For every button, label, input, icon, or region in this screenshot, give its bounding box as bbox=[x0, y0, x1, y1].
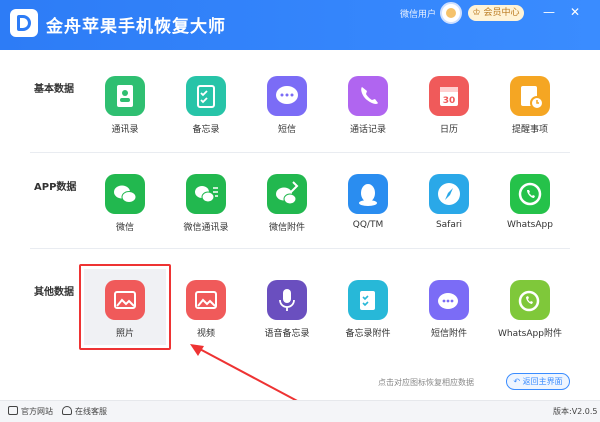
wechat-contacts-icon bbox=[186, 174, 226, 214]
data-type-message-attachment[interactable]: 短信附件 bbox=[409, 280, 489, 358]
minimize-button[interactable]: — bbox=[542, 5, 556, 19]
section-label-basic: 基本数据 bbox=[34, 84, 74, 95]
app-title: 金舟苹果手机恢复大师 bbox=[46, 17, 226, 37]
item-label: 微信 bbox=[115, 223, 134, 233]
online-support-link[interactable]: 在线客服 bbox=[62, 406, 107, 417]
avatar[interactable] bbox=[440, 2, 462, 24]
calendar-icon: 30 bbox=[429, 76, 469, 116]
back-icon: ↶ bbox=[513, 377, 523, 386]
svg-text:30: 30 bbox=[443, 96, 456, 106]
data-type-whatsapp[interactable]: WhatsApp bbox=[490, 174, 570, 252]
message-attachment-icon bbox=[429, 280, 469, 320]
item-label: 通话记录 bbox=[349, 125, 386, 135]
support-label: 在线客服 bbox=[75, 407, 107, 416]
item-label: 通讯录 bbox=[111, 125, 139, 135]
whatsapp-attachment-icon bbox=[510, 280, 550, 320]
user-name[interactable]: 微信用户 bbox=[400, 7, 436, 20]
item-label: 提醒事项 bbox=[511, 125, 548, 135]
data-type-voice-memo[interactable]: 语音备忘录 bbox=[247, 280, 327, 358]
vip-label: 会员中心 bbox=[483, 8, 520, 18]
item-label: Safari bbox=[435, 220, 463, 230]
contacts-icon bbox=[105, 76, 145, 116]
item-label: 备忘录 bbox=[192, 125, 220, 135]
data-type-calendar[interactable]: 30 日历 bbox=[409, 76, 489, 154]
wechat-attachment-icon bbox=[267, 174, 307, 214]
crown-icon: ♔ bbox=[472, 8, 484, 18]
item-label: 微信通讯录 bbox=[183, 223, 229, 233]
voice-memo-icon bbox=[267, 280, 307, 320]
monitor-icon bbox=[8, 406, 18, 415]
data-type-safari[interactable]: Safari bbox=[409, 174, 489, 252]
official-website-link[interactable]: 官方网站 bbox=[8, 406, 53, 417]
item-label: 备忘录附件 bbox=[345, 329, 391, 339]
item-label: 语音备忘录 bbox=[264, 329, 310, 339]
back-label: 返回主界面 bbox=[522, 377, 563, 386]
item-label: QQ/TM bbox=[352, 220, 384, 230]
close-button[interactable]: ✕ bbox=[568, 5, 582, 19]
title-bar: 金舟苹果手机恢复大师 微信用户 ♔ 会员中心 — ✕ bbox=[0, 0, 600, 50]
vip-center-button[interactable]: ♔ 会员中心 bbox=[468, 5, 524, 21]
item-label: 短信 bbox=[277, 125, 296, 135]
item-label: 视频 bbox=[196, 329, 215, 339]
headset-icon bbox=[62, 406, 72, 415]
version-text: 版本:V2.0.5 bbox=[553, 407, 598, 416]
whatsapp-icon bbox=[510, 174, 550, 214]
app-logo-icon bbox=[10, 9, 38, 37]
back-to-main-button[interactable]: ↶ 返回主界面 bbox=[506, 373, 570, 390]
section-label-app: APP数据 bbox=[34, 182, 77, 193]
footer: 官方网站 在线客服 版本:V2.0.5 bbox=[0, 400, 600, 422]
item-label: 短信附件 bbox=[430, 329, 467, 339]
data-type-notes[interactable]: 备忘录 bbox=[166, 76, 246, 154]
video-icon bbox=[186, 280, 226, 320]
data-type-whatsapp-attachment[interactable]: WhatsApp附件 bbox=[490, 280, 570, 358]
website-label: 官方网站 bbox=[21, 407, 53, 416]
message-icon bbox=[267, 76, 307, 116]
data-type-video[interactable]: 视频 bbox=[166, 280, 246, 358]
data-type-phone[interactable]: 通话记录 bbox=[328, 76, 408, 154]
qq-icon bbox=[348, 174, 388, 214]
section-label-other: 其他数据 bbox=[34, 287, 74, 298]
data-type-reminder[interactable]: 提醒事项 bbox=[490, 76, 570, 154]
wechat-icon bbox=[105, 174, 145, 214]
notes-icon bbox=[186, 76, 226, 116]
item-label: 日历 bbox=[439, 125, 458, 135]
data-type-wechat[interactable]: 微信 bbox=[85, 174, 165, 252]
hint-text: 点击对应图标恢复相应数据 bbox=[378, 378, 474, 387]
data-type-wechat-contacts[interactable]: 微信通讯录 bbox=[166, 174, 246, 252]
item-label: 微信附件 bbox=[268, 223, 305, 233]
data-type-qq[interactable]: QQ/TM bbox=[328, 174, 408, 252]
data-type-notes-attachment[interactable]: 备忘录附件 bbox=[328, 280, 408, 358]
item-label: WhatsApp bbox=[507, 220, 553, 230]
item-label: 照片 bbox=[115, 329, 134, 339]
notes-attachment-icon bbox=[348, 280, 388, 320]
photo-icon bbox=[105, 280, 145, 320]
data-type-message[interactable]: 短信 bbox=[247, 76, 327, 154]
safari-icon bbox=[429, 174, 469, 214]
data-type-photo[interactable]: 照片 bbox=[85, 280, 165, 358]
phone-icon bbox=[348, 76, 388, 116]
item-label: WhatsApp附件 bbox=[498, 329, 562, 339]
reminder-icon bbox=[510, 76, 550, 116]
data-type-wechat-attachment[interactable]: 微信附件 bbox=[247, 174, 327, 252]
data-type-contacts[interactable]: 通讯录 bbox=[85, 76, 165, 154]
